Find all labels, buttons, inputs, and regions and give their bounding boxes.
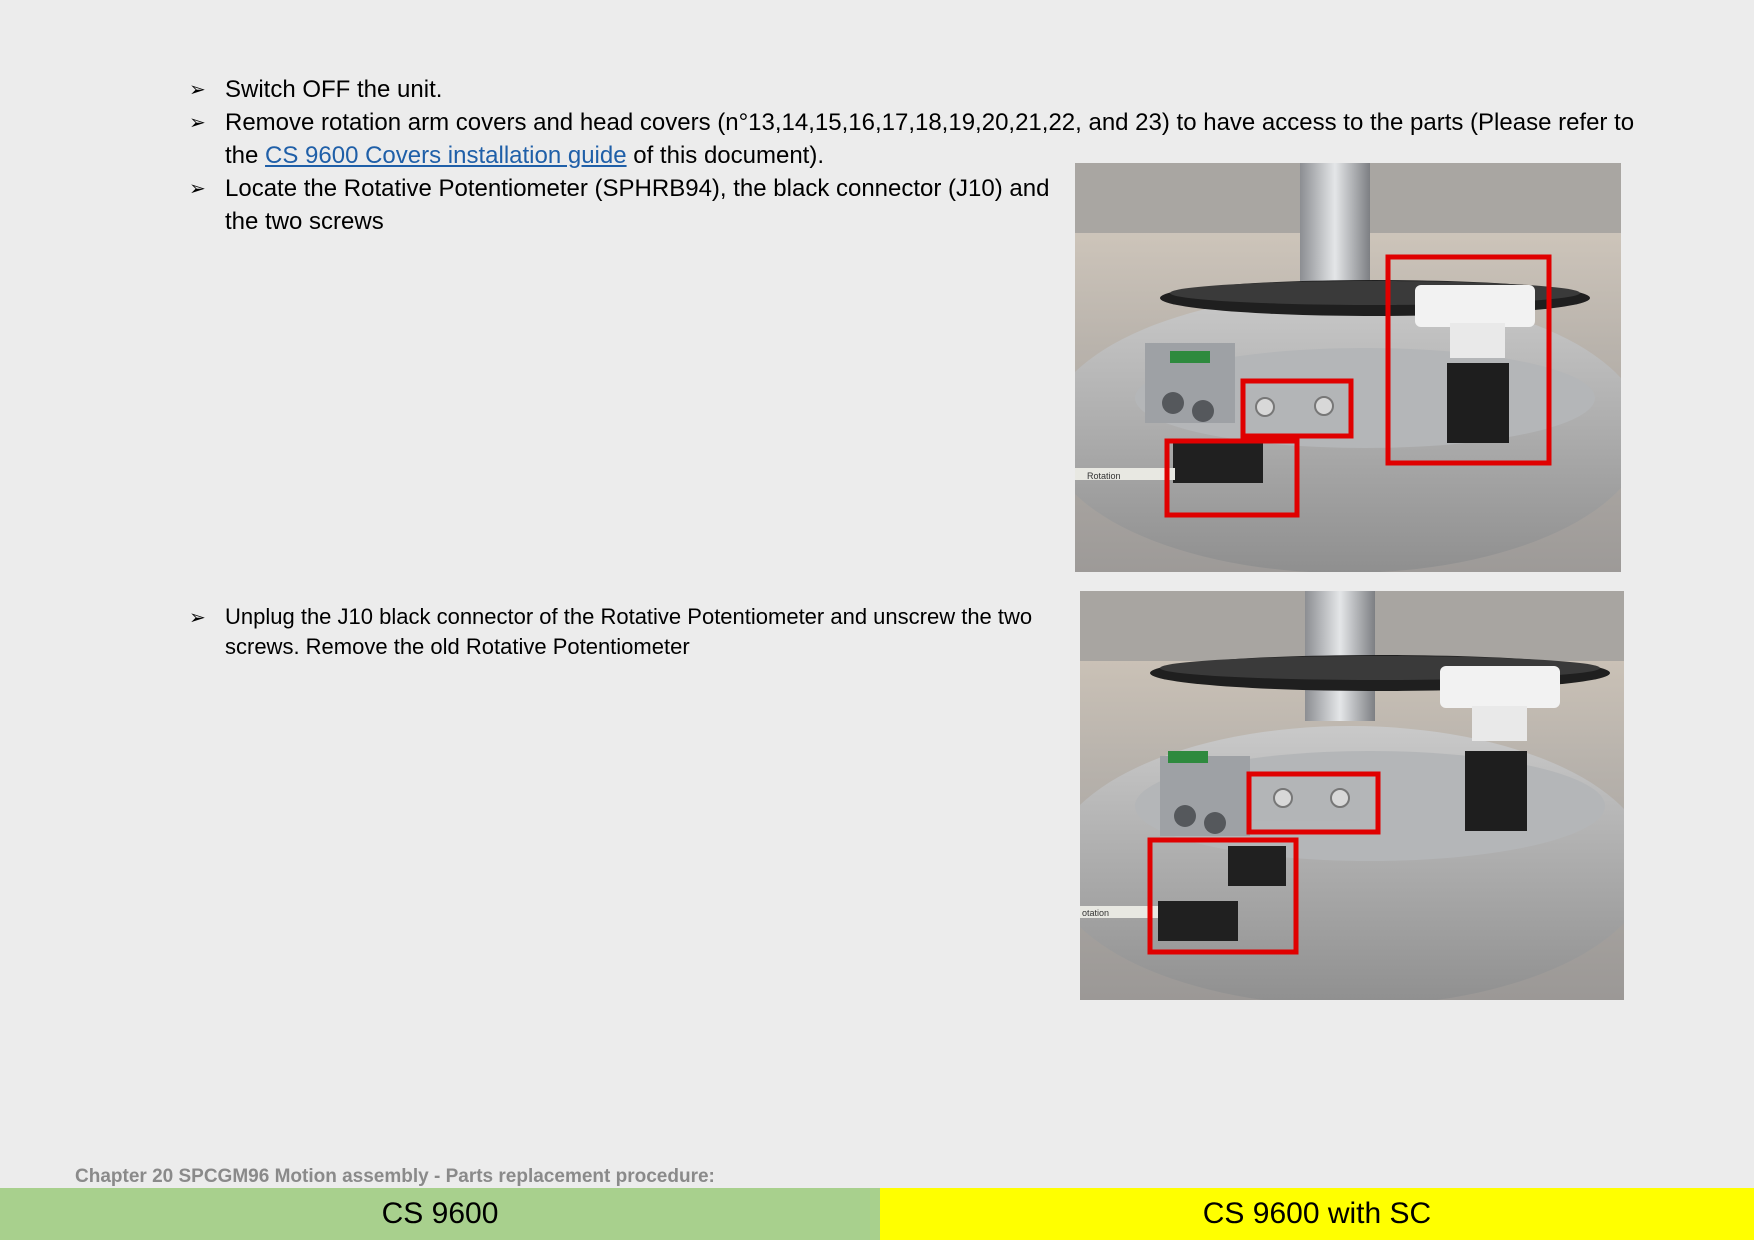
step-switch-off: ➢ Switch OFF the unit. <box>189 73 1689 106</box>
arrow-bullet-icon: ➢ <box>189 605 206 629</box>
cable-label: otation <box>1082 908 1109 918</box>
arrow-bullet-icon: ➢ <box>189 110 206 134</box>
tab-cs9600-with-sc[interactable]: CS 9600 with SC <box>880 1188 1754 1240</box>
potentiometer-photo-2: otation <box>1080 591 1624 1000</box>
potentiometer-photo-1: Rotation <box>1075 163 1621 572</box>
step-locate-potentiometer: ➢ Locate the Rotative Potentiometer (SPH… <box>189 172 1059 238</box>
arrow-bullet-icon: ➢ <box>189 176 206 200</box>
step-unplug-connector: ➢ Unplug the J10 black connector of the … <box>189 602 1039 662</box>
step-text-after: of this document). <box>626 142 825 169</box>
chapter-title: Chapter 20 SPCGM96 Motion assembly - Par… <box>75 1166 715 1187</box>
step-text: Locate the Rotative Potentiometer (SPHRB… <box>225 175 1050 235</box>
step-text: Unplug the J10 black connector of the Ro… <box>225 604 1033 659</box>
tab-cs9600[interactable]: CS 9600 <box>0 1188 880 1240</box>
step-text: Switch OFF the unit. <box>225 76 443 103</box>
covers-guide-link[interactable]: CS 9600 Covers installation guide <box>265 142 627 169</box>
cable-label: Rotation <box>1087 471 1121 481</box>
arrow-bullet-icon: ➢ <box>189 77 206 101</box>
